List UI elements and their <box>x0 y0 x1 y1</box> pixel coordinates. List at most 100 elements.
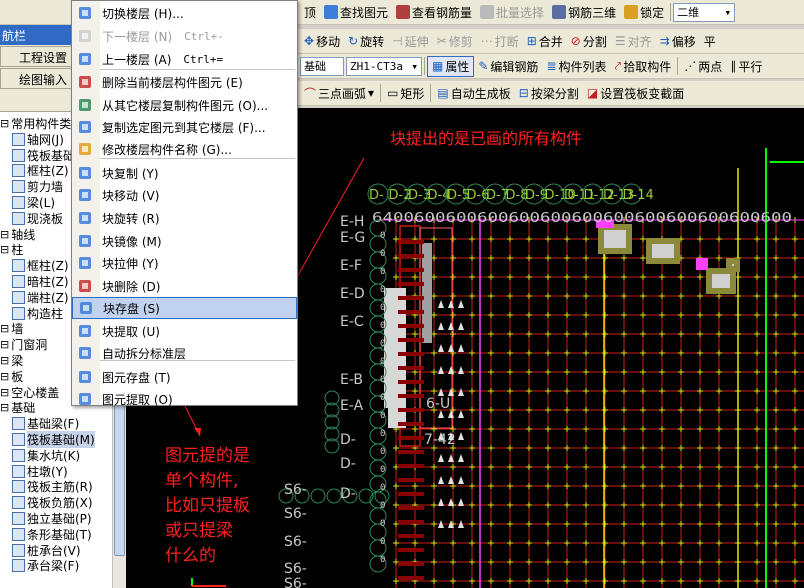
tree-item[interactable]: 框柱(Z) <box>12 257 69 274</box>
grid-tick <box>507 293 513 299</box>
edit-rebar-button[interactable]: ✎ 编辑钢筋 <box>474 56 542 77</box>
three-point-arc-button[interactable]: ⌒ 三点画弧 ▾ <box>300 83 378 104</box>
tree-item[interactable]: 柱墩(Y) <box>12 463 68 480</box>
extend-button[interactable]: ⊣ 延伸 <box>388 31 432 52</box>
tree-item[interactable]: 条形基础(T) <box>12 526 92 543</box>
menu-item-11[interactable]: 块拉伸 (Y) <box>72 252 297 274</box>
tree-item[interactable]: 筏板主筋(R) <box>12 478 93 495</box>
offset-button[interactable]: ⇉ 偏移 <box>656 31 700 52</box>
move-button[interactable]: ✥ 移动 <box>300 31 344 52</box>
tree-item[interactable]: 独立基础(P) <box>12 510 92 527</box>
find-element-button[interactable]: 查找图元 <box>320 2 392 23</box>
menu-item-4[interactable]: 从其它楼层复制构件图元 (O)... <box>72 94 297 116</box>
menu-item-13[interactable]: 块存盘 (S) <box>72 297 297 319</box>
rebar-mark <box>398 324 424 328</box>
expand-icon[interactable]: ⊟ <box>0 401 9 414</box>
tree-item[interactable]: ⊟ 轴线 <box>0 226 35 243</box>
component-list-button[interactable]: ≣ 构件列表 <box>542 56 610 77</box>
menu-item-6[interactable]: 修改楼层构件名称 (G)... <box>72 138 297 160</box>
grid-tick <box>564 559 570 565</box>
menu-item-5[interactable]: 复制选定图元到其它楼层 (F)... <box>72 116 297 138</box>
menu-item-3[interactable]: 删除当前楼层构件图元 (E) <box>72 71 297 93</box>
set-slab-section-button[interactable]: ◪ 设置筏板变截面 <box>583 83 688 104</box>
expand-icon[interactable]: ⊟ <box>0 228 9 241</box>
view-mode-select[interactable]: 二维 ▾ <box>673 2 736 22</box>
tree-item[interactable]: 剪力墙 <box>12 178 63 195</box>
batch-select-button[interactable]: 批量选择 <box>476 2 548 23</box>
menu-item-0[interactable]: 切换楼层 (H)... <box>72 2 297 24</box>
tree-item[interactable]: 轴网(J) <box>12 131 64 148</box>
tree-item[interactable]: ⊟ 柱 <box>0 241 23 258</box>
pick-component-button[interactable]: ⤤ 拾取构件 <box>611 56 676 77</box>
grid-tick <box>754 578 760 584</box>
tree-item[interactable]: 筏板负筋(X) <box>12 494 93 511</box>
break-button[interactable]: ⋯ 打断 <box>477 31 523 52</box>
expand-icon[interactable]: ⊟ <box>0 370 9 383</box>
menu-item-8[interactable]: 块移动 (V) <box>72 184 297 206</box>
tree-item[interactable]: 梁(L) <box>12 194 55 211</box>
tree-item[interactable]: ⊟ 门窗洞 <box>0 336 47 353</box>
category-select[interactable]: 基础 <box>300 56 344 76</box>
tree-item[interactable]: 基础梁(F) <box>12 415 79 432</box>
properties-button[interactable]: ▦ 属性 <box>427 55 475 77</box>
tree-item[interactable]: ⊟ 墙 <box>0 320 23 337</box>
tree-item[interactable]: 筏板基础 <box>12 147 75 164</box>
menu-item-7[interactable]: 块复制 (Y) <box>72 162 297 184</box>
tree-item[interactable]: 框柱(Z) <box>12 162 69 179</box>
split-button[interactable]: ⊘ 分割 <box>567 31 611 52</box>
menu-item-1[interactable]: 下一楼层 (N) Ctrl+- <box>72 25 297 47</box>
split-by-beam-button[interactable]: ⊟ 按梁分割 <box>515 83 583 104</box>
menu-item-9[interactable]: 块旋转 (R) <box>72 207 297 229</box>
tree-item[interactable]: 集水坑(K) <box>12 447 80 464</box>
parallel-button[interactable]: ∥ 平行 <box>726 56 766 77</box>
expand-icon[interactable]: ⊟ <box>0 322 9 335</box>
grid-tick <box>583 274 589 280</box>
two-points-button[interactable]: ⋰ 两点 <box>680 56 726 77</box>
axis-label-left: E-F <box>340 258 362 274</box>
tree-item[interactable]: ⊟ 常用构件类 <box>0 115 71 132</box>
grid-tick <box>621 559 627 565</box>
component-select[interactable]: ZH1-CT3a ▾ <box>346 56 422 76</box>
expand-icon[interactable]: ⊟ <box>0 386 9 399</box>
trim-button[interactable]: ✂ 修剪 <box>433 31 477 52</box>
top-view-button[interactable]: 顶 <box>300 2 320 23</box>
tree-item[interactable]: 暗柱(Z) <box>12 273 69 290</box>
view-rebar-button[interactable]: 查看钢筋量 <box>392 2 476 23</box>
auto-generate-slab-button[interactable]: ▤ 自动生成板 <box>433 83 514 104</box>
expand-icon[interactable]: ⊟ <box>0 354 9 367</box>
align-button[interactable]: ☰ 对齐 <box>611 31 656 52</box>
tree-item[interactable]: 承台梁(F) <box>12 557 79 574</box>
menu-item-14[interactable]: 块提取 (U) <box>72 320 297 342</box>
tree-item[interactable]: 端柱(Z) <box>12 289 69 306</box>
drawing-input-button[interactable]: 绘图输入 <box>0 68 72 89</box>
tree-item-label: 筏板基础(M) <box>27 431 95 448</box>
tree-item[interactable]: ⊟ 空心楼盖 <box>0 384 59 401</box>
merge-button[interactable]: ⊞ 合并 <box>523 31 567 52</box>
dim-vertical-text: 0 <box>380 465 385 475</box>
rotate-button[interactable]: ↻ 旋转 <box>344 31 388 52</box>
flat-button[interactable]: 平 <box>700 31 720 52</box>
rectangle-button[interactable]: ▭ 矩形 <box>383 83 428 104</box>
menu-item-2[interactable]: 上一楼层 (A) Ctrl+= <box>72 48 297 70</box>
grid-tick <box>469 236 475 242</box>
tree-item[interactable]: 筏板基础(M) <box>12 431 95 448</box>
tree-item[interactable]: 现浇板 <box>12 210 63 227</box>
rebar-mark <box>398 366 424 370</box>
grid-tick <box>773 293 779 299</box>
tree-item[interactable]: 桩承台(V) <box>12 542 81 559</box>
tree-item[interactable]: ⊟ 基础 <box>0 399 35 416</box>
rebar-3d-button[interactable]: 钢筋三维 <box>548 2 620 23</box>
element-extract-icon <box>76 390 94 408</box>
menu-item-10[interactable]: 块镜像 (M) <box>72 230 297 252</box>
expand-icon[interactable]: ⊟ <box>0 338 9 351</box>
expand-icon[interactable]: ⊟ <box>0 117 9 130</box>
expand-icon[interactable]: ⊟ <box>0 243 9 256</box>
lock-button[interactable]: 锁定 <box>620 2 668 23</box>
menu-item-12[interactable]: 块删除 (D) <box>72 275 297 297</box>
tree-item[interactable]: ⊟ 板 <box>0 368 23 385</box>
menu-item-16[interactable]: 图元存盘 (T) <box>72 366 297 388</box>
menu-item-17[interactable]: 图元提取 (O) <box>72 388 297 410</box>
tree-item[interactable]: ⊟ 梁 <box>0 352 23 369</box>
tree-item[interactable]: 构造柱 <box>12 305 63 322</box>
project-settings-button[interactable]: 工程设置 <box>0 46 72 67</box>
